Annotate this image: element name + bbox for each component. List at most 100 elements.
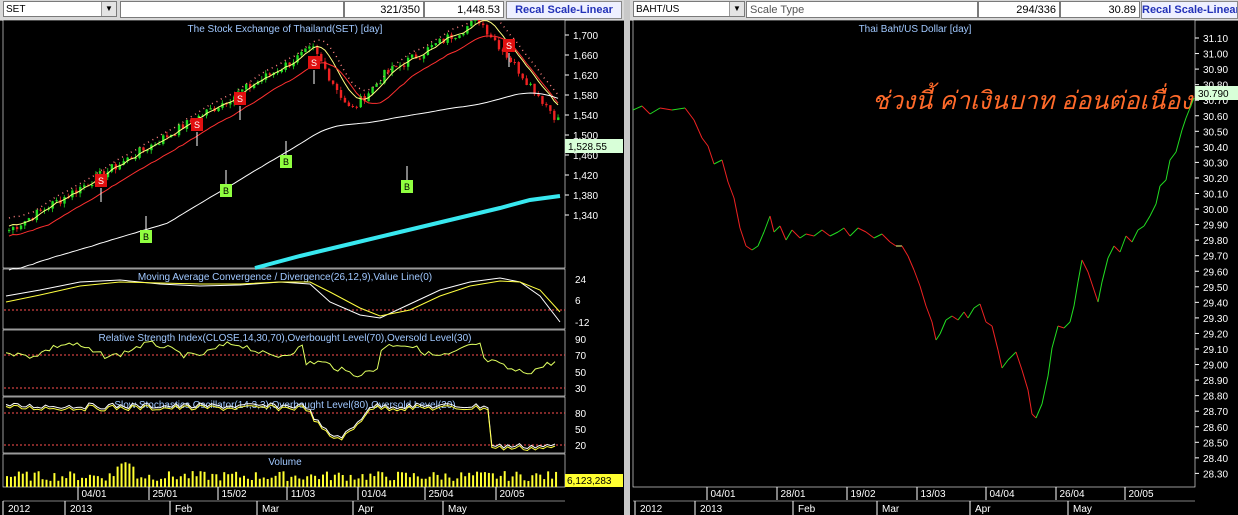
sell-signal-label: S: [237, 94, 243, 104]
candle-body: [430, 45, 434, 48]
candle-body: [268, 73, 272, 75]
date-label: 25/04: [428, 489, 453, 500]
volume-bar: [243, 475, 245, 487]
volume-bar: [329, 480, 332, 487]
volume-bar: [17, 471, 20, 487]
left-toolbar: SET ▼ 321/350 1,448.53 Recal Scale-Linea…: [0, 0, 624, 21]
volume-bar: [527, 480, 530, 487]
volume-bar: [503, 471, 506, 487]
year-label: Feb: [175, 504, 193, 515]
volume-bar: [258, 478, 261, 487]
symbol-select[interactable]: SET ▼: [3, 1, 117, 17]
price-field: 30.89: [1060, 1, 1140, 18]
price-tick-label: 1,700: [573, 31, 598, 42]
volume-bar: [116, 466, 119, 487]
volume-bar: [274, 475, 277, 487]
volume-bar: [507, 480, 510, 487]
rsi-tick-label: 30: [575, 384, 587, 395]
volume-bar: [239, 477, 242, 487]
date-label: 26/04: [1059, 489, 1084, 500]
price-tick-label: 30.40: [1203, 143, 1228, 154]
candle-body: [166, 135, 169, 138]
annotation-text: ช่วงนี้ ค่าเงินบาท อ่อนต่อเนื่อง: [872, 82, 1194, 115]
sell-signal-label: S: [194, 120, 200, 130]
candle-body: [300, 51, 303, 56]
candle-body: [138, 147, 141, 158]
volume-bar: [337, 472, 340, 487]
volume-bar: [444, 473, 447, 487]
volume-bar: [325, 471, 328, 487]
volume-bar: [21, 473, 24, 487]
price-tick-label: 30.30: [1203, 158, 1228, 169]
volume-bar: [515, 471, 518, 487]
buy-signal-label: B: [143, 232, 149, 242]
set-chart-panel: SET ▼ 321/350 1,448.53 Recal Scale-Linea…: [0, 0, 624, 515]
candle-body: [553, 110, 556, 120]
price-tick-label: 28.90: [1203, 376, 1228, 387]
date-label: 04/01: [710, 489, 735, 500]
volume-bar: [306, 476, 309, 487]
candle-body: [308, 46, 311, 49]
candle-body: [185, 120, 189, 129]
volume-bar: [175, 479, 178, 487]
buy-signal-label: B: [404, 182, 410, 192]
volume-bar: [322, 474, 324, 487]
volume-bar: [199, 471, 202, 487]
chevron-down-icon[interactable]: ▼: [729, 2, 744, 16]
volume-bar: [53, 473, 56, 487]
year-label: May: [1073, 504, 1092, 515]
volume-bar: [349, 474, 352, 487]
price-tick-label: 30.20: [1203, 174, 1228, 185]
macd-tick-label: 6: [575, 296, 581, 307]
volume-bar: [104, 480, 107, 487]
volume-bar: [120, 463, 123, 487]
volume-bar: [310, 474, 313, 487]
set-chart-canvas[interactable]: The Stock Exchange of Thailand(SET) [day…: [0, 20, 624, 515]
price-tick-label: 28.60: [1203, 423, 1228, 434]
volume-bar: [456, 478, 459, 487]
candle-body: [158, 143, 161, 145]
candle-body: [83, 185, 86, 187]
candle-body: [98, 171, 102, 174]
price-tick-label: 1,420: [573, 171, 598, 182]
volume-bar: [132, 466, 135, 487]
price-pane: [2, 20, 566, 269]
macd-tick-label: -12: [575, 318, 590, 329]
volume-bar: [428, 476, 431, 487]
baht-chart-canvas[interactable]: Thai Baht/US Dollar [day] 31.10 31.00 30.90…: [630, 20, 1238, 515]
date-label: 28/01: [780, 489, 805, 500]
volume-bar: [543, 479, 546, 487]
volume-bar: [365, 479, 368, 487]
rsi-tick-label: 90: [575, 335, 587, 346]
chevron-down-icon[interactable]: ▼: [101, 2, 116, 16]
price-tick-label: 28.40: [1203, 454, 1228, 465]
volume-bar: [191, 471, 194, 487]
volume-bar: [29, 480, 32, 487]
candle-body: [177, 124, 181, 136]
volume-bar: [156, 480, 159, 487]
macd-tick-label: 24: [575, 275, 587, 286]
recal-scale-button[interactable]: Recal Scale-Linear: [1141, 1, 1238, 19]
volume-bar: [397, 471, 400, 487]
volume-bar: [45, 479, 48, 487]
volume-bar: [278, 471, 281, 487]
price-tick-label: 1,340: [573, 211, 598, 222]
volume-bar: [361, 474, 364, 487]
candle-body: [549, 105, 552, 111]
recal-scale-button[interactable]: Recal Scale-Linear: [506, 1, 622, 19]
symbol-select[interactable]: BAHT/US ▼: [633, 1, 745, 17]
candle-body: [209, 108, 212, 110]
stoch-tick-label: 50: [575, 425, 587, 436]
symbol-value: BAHT/US: [636, 4, 680, 15]
price-tick-label: 1,660: [573, 51, 598, 62]
volume-bar: [401, 472, 403, 487]
last-price-label: 30.790: [1198, 89, 1229, 100]
price-tick-label: 28.50: [1203, 438, 1228, 449]
year-label: 2012: [640, 504, 663, 515]
candle-body: [351, 105, 355, 107]
volume-bar: [41, 479, 44, 487]
candle-body: [8, 230, 11, 232]
date-label: 15/02: [221, 489, 246, 500]
stoch-tick-label: 20: [575, 441, 587, 452]
price-tick-label: 29.20: [1203, 329, 1228, 340]
